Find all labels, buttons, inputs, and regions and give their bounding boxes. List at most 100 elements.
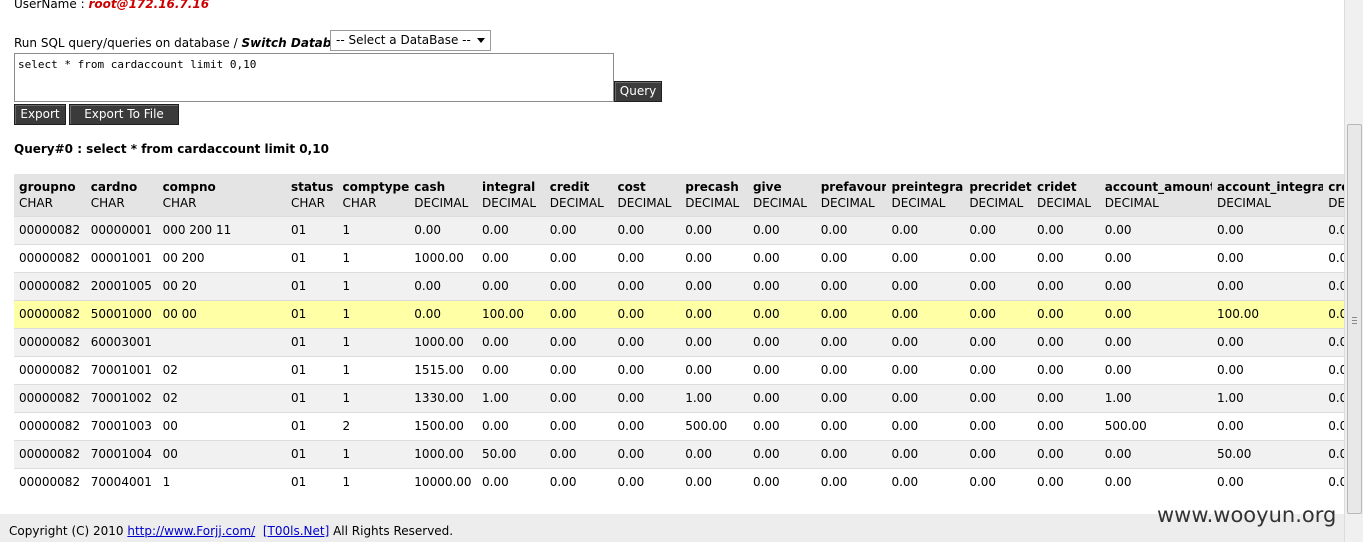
table-cell: 1000.00: [414, 251, 464, 265]
table-cell: 02: [162, 391, 178, 405]
chevron-down-icon: [477, 38, 485, 43]
table-cell: 0.00: [1217, 223, 1244, 237]
table-cell: 0.00: [891, 223, 919, 237]
table-cell: 00000082: [19, 279, 81, 293]
export-button[interactable]: Export: [14, 104, 66, 125]
export-to-file-button[interactable]: Export To File: [69, 104, 179, 125]
t00ls-link[interactable]: [T00ls.Net]: [263, 524, 329, 538]
column-name: prefavour: [820, 179, 887, 194]
table-cell: 0.00: [685, 475, 712, 490]
table-cell: 0.00: [1217, 335, 1244, 349]
table-cell: 0.00: [1037, 391, 1064, 405]
table-cell: 0.00: [969, 363, 997, 377]
forjj-link[interactable]: http://www.Forjj.com/: [127, 524, 255, 538]
column-type: CHAR: [90, 195, 125, 210]
column-type: DECIMAL: [1217, 195, 1271, 210]
table-cell: 0.00: [482, 251, 509, 265]
table-cell: 1: [342, 223, 351, 237]
table-row[interactable]: 00000082 50001000 00 00 01 1 0.00 100.00 0.00 0.…: [14, 300, 1344, 328]
table-cell: 01: [290, 307, 307, 321]
database-select[interactable]: -- Select a DataBase --: [330, 30, 491, 51]
table-cell: 02: [162, 363, 178, 377]
table-cell: 0.00: [891, 363, 919, 377]
table-cell: 00000082: [19, 447, 81, 461]
table-cell: 0.00: [685, 279, 712, 293]
table-cell: 0.00: [617, 419, 645, 433]
table-cell: 0.00: [482, 475, 509, 490]
column-type: DECIMAL: [685, 195, 740, 210]
table-cell: 1000.00: [414, 447, 464, 461]
table-cell: 70001003: [90, 419, 152, 433]
table-cell: 0.00: [1104, 279, 1132, 293]
table-cell: 0.00: [969, 335, 997, 349]
table-cell: 00000082: [19, 251, 81, 265]
column-type: DECIMAL: [969, 195, 1024, 210]
query-result-title: Query#0 : select * from cardaccount limi…: [14, 142, 329, 156]
table-cell: 0.00: [1328, 419, 1344, 433]
table-row[interactable]: 00000082 00001001 00 200 01 1 1000.00 0.00 0.00…: [14, 244, 1344, 272]
table-cell: 0.00: [549, 447, 577, 461]
table-row[interactable]: 00000082 70001003 00 01 2 1500.00 0.00 0.00 0.0…: [14, 412, 1344, 440]
table-cell: 0.00: [891, 391, 919, 405]
table-row[interactable]: 00000082 60003001 01 1 1000.00 0.00 0.00 0.00 0.…: [14, 328, 1344, 356]
table-cell: 0.00: [617, 279, 645, 293]
column-type: CHAR: [342, 195, 377, 210]
table-cell: 1: [342, 363, 351, 377]
username-label: UserName :: [14, 0, 89, 11]
table-cell: 0.00: [482, 279, 509, 293]
query-button[interactable]: Query: [614, 81, 662, 102]
table-cell: 0.00: [549, 307, 577, 321]
column-name: integral: [482, 179, 536, 194]
table-cell: 0.00: [1328, 391, 1344, 405]
table-row[interactable]: 00000082 00000001 000 200 11 01 1 0.00 0.00 0.0…: [14, 216, 1344, 244]
table-cell: 0.00: [1328, 447, 1344, 461]
table-cell: 0.00: [820, 475, 848, 490]
sql-query-textarea[interactable]: select * from cardaccount limit 0,10: [14, 53, 614, 102]
table-row[interactable]: 00000082 70001001 02 01 1 1515.00 0.00 0.00 0.0…: [14, 356, 1344, 384]
column-header-preintegral: preintegral DECIMAL: [886, 174, 964, 216]
table-cell: 1: [342, 279, 351, 293]
column-name: preintegral: [891, 179, 965, 194]
table-cell: 0.00: [617, 447, 645, 461]
grip-line-icon: [1352, 320, 1357, 321]
column-header-cardno: cardno CHAR: [86, 174, 158, 216]
table-cell: 00: [162, 447, 178, 461]
table-cell: 1000.00: [414, 335, 464, 349]
scrollbar-thumb[interactable]: [1347, 124, 1362, 514]
column-type: DECIMAL: [820, 195, 875, 210]
table-cell: 0.00: [1104, 307, 1132, 321]
column-name: credit: [549, 179, 590, 194]
table-cell: 70004001: [90, 475, 152, 490]
column-type: DECIMAL: [1328, 195, 1344, 210]
table-cell: 1330.00: [414, 391, 464, 405]
table-cell: 0.00: [414, 307, 442, 321]
table-cell: 0.00: [752, 279, 780, 293]
table-row[interactable]: 00000082 20001005 00 20 01 1 0.00 0.00 0.00 0.00…: [14, 272, 1344, 300]
watermark-text: www.wooyun.org: [1157, 503, 1337, 527]
table-cell: 01: [290, 335, 307, 349]
table-cell: 0.00: [752, 475, 780, 490]
table-row[interactable]: 00000082 70004001 1 01 1 10000.00 0.00 0.00 0.00…: [14, 468, 1344, 496]
table-row[interactable]: 00000082 70001004 00 01 1 1000.00 50.00 0.00 0.…: [14, 440, 1344, 468]
table-cell: 0.00: [617, 335, 645, 349]
vertical-scrollbar[interactable]: [1344, 0, 1363, 542]
table-cell: 0.00: [617, 475, 645, 490]
table-cell: 0.00: [549, 363, 577, 377]
table-cell: 0.00: [820, 447, 848, 461]
table-row[interactable]: 00000082 70001002 02 01 1 1330.00 1.00 0.00 0.0…: [14, 384, 1344, 412]
page: UserName : root@172.16.7.16 Run SQL quer…: [0, 0, 1363, 542]
table-cell: 70001001: [90, 363, 152, 377]
column-name: cridet: [1037, 179, 1077, 194]
table-cell: 50001000: [90, 307, 152, 321]
table-cell: 0.00: [685, 251, 712, 265]
column-type: CHAR: [290, 195, 325, 210]
table-cell: 00000082: [19, 307, 81, 321]
table-cell: 1: [162, 475, 171, 490]
table-cell: 1.00: [1217, 391, 1244, 405]
column-header-give: give DECIMAL: [748, 174, 816, 216]
column-name: compno: [162, 179, 216, 194]
column-type: DECIMAL: [482, 195, 537, 210]
column-header-integral: integral DECIMAL: [477, 174, 545, 216]
table-cell: 0.00: [414, 279, 442, 293]
table-cell: 1.00: [1104, 391, 1132, 405]
